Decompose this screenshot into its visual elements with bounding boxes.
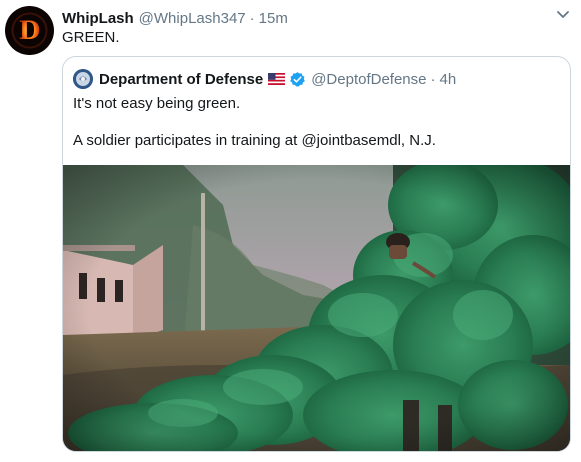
svg-text:D: D [19,16,41,45]
tweet[interactable]: D WhipLash @WhipLash347 · 15m GREEN. Dep… [0,0,581,462]
separator-dot: · [249,9,255,27]
dod-seal-icon [73,69,93,89]
verified-badge-icon [290,71,306,87]
quoted-handle[interactable]: @DeptofDefense [311,71,426,88]
avatar-logo-icon: D [5,6,54,55]
user-avatar[interactable]: D [5,6,54,55]
quoted-avatar[interactable] [73,69,93,89]
quoted-media-image[interactable] [63,165,570,451]
us-flag-icon [268,73,286,85]
display-name[interactable]: WhipLash [62,10,134,27]
quoted-display-name[interactable]: Department of Defense [99,71,263,88]
quoted-timestamp[interactable]: 4h [440,71,457,88]
user-handle[interactable]: @WhipLash347 [139,10,246,27]
green-smoke-soldier-photo [63,165,570,451]
tweet-text: GREEN. [62,29,120,46]
quoted-tweet[interactable]: Department of Defense @DeptofDefense · 4… [62,56,571,452]
quoted-tweet-header: Department of Defense @DeptofDefense · 4… [73,69,456,89]
separator-dot: · [430,70,436,88]
tweet-timestamp[interactable]: 15m [259,10,288,27]
quoted-text-line: A soldier participates in training at @j… [73,132,436,149]
tweet-header: WhipLash @WhipLash347 · 15m [62,8,288,28]
chevron-down-icon[interactable] [556,10,570,20]
quoted-text-line: It's not easy being green. [73,95,241,112]
